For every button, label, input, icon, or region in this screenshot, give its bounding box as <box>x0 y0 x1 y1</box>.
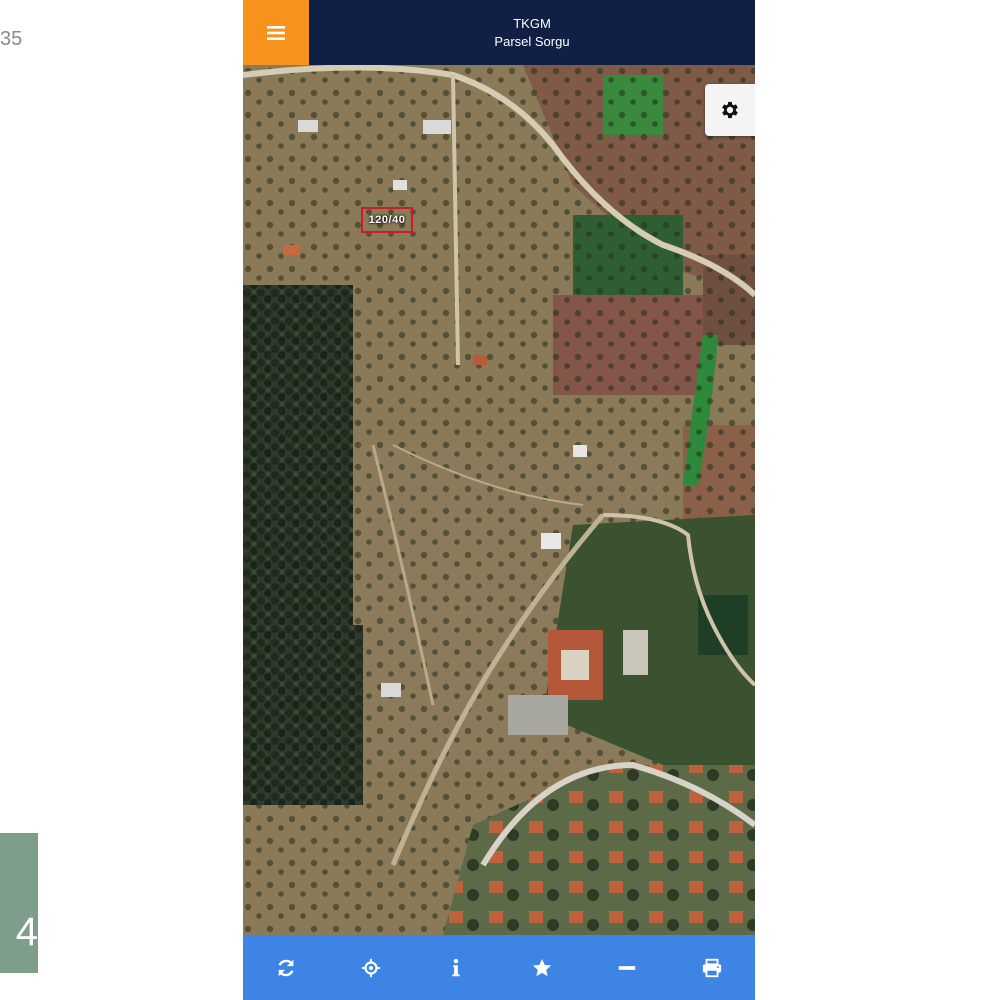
background-number-text: 35 <box>0 28 23 50</box>
satellite-map[interactable] <box>243 65 755 935</box>
bottom-toolbar <box>243 935 755 1000</box>
background-badge-text: 4 <box>15 910 38 954</box>
settings-button[interactable] <box>705 84 755 136</box>
menu-button[interactable] <box>243 0 309 65</box>
gear-icon <box>722 101 738 119</box>
measure-icon <box>618 965 636 970</box>
print-icon <box>703 958 722 977</box>
info-button[interactable] <box>436 948 476 988</box>
header-title-block: TKGM Parsel Sorgu <box>309 0 755 65</box>
header-bar: TKGM Parsel Sorgu <box>243 0 755 65</box>
app-subtitle: Parsel Sorgu <box>494 33 570 49</box>
parcel-number-label: 120/40 <box>368 214 406 226</box>
info-icon <box>452 958 460 976</box>
app-screen: TKGM Parsel Sorgu 120/40 <box>243 0 755 1000</box>
hamburger-icon <box>267 25 285 40</box>
locate-icon <box>361 958 381 977</box>
app-title: TKGM <box>513 15 551 31</box>
measure-button[interactable] <box>607 948 647 988</box>
locate-button[interactable] <box>351 948 391 988</box>
parcel-highlight[interactable]: 120/40 <box>361 207 413 233</box>
refresh-button[interactable] <box>266 948 306 988</box>
print-button[interactable] <box>692 948 732 988</box>
refresh-icon <box>278 959 294 976</box>
favorite-button[interactable] <box>522 948 562 988</box>
satellite-imagery <box>243 65 755 935</box>
star-icon <box>532 958 551 976</box>
background-badge: 4 <box>0 833 38 973</box>
